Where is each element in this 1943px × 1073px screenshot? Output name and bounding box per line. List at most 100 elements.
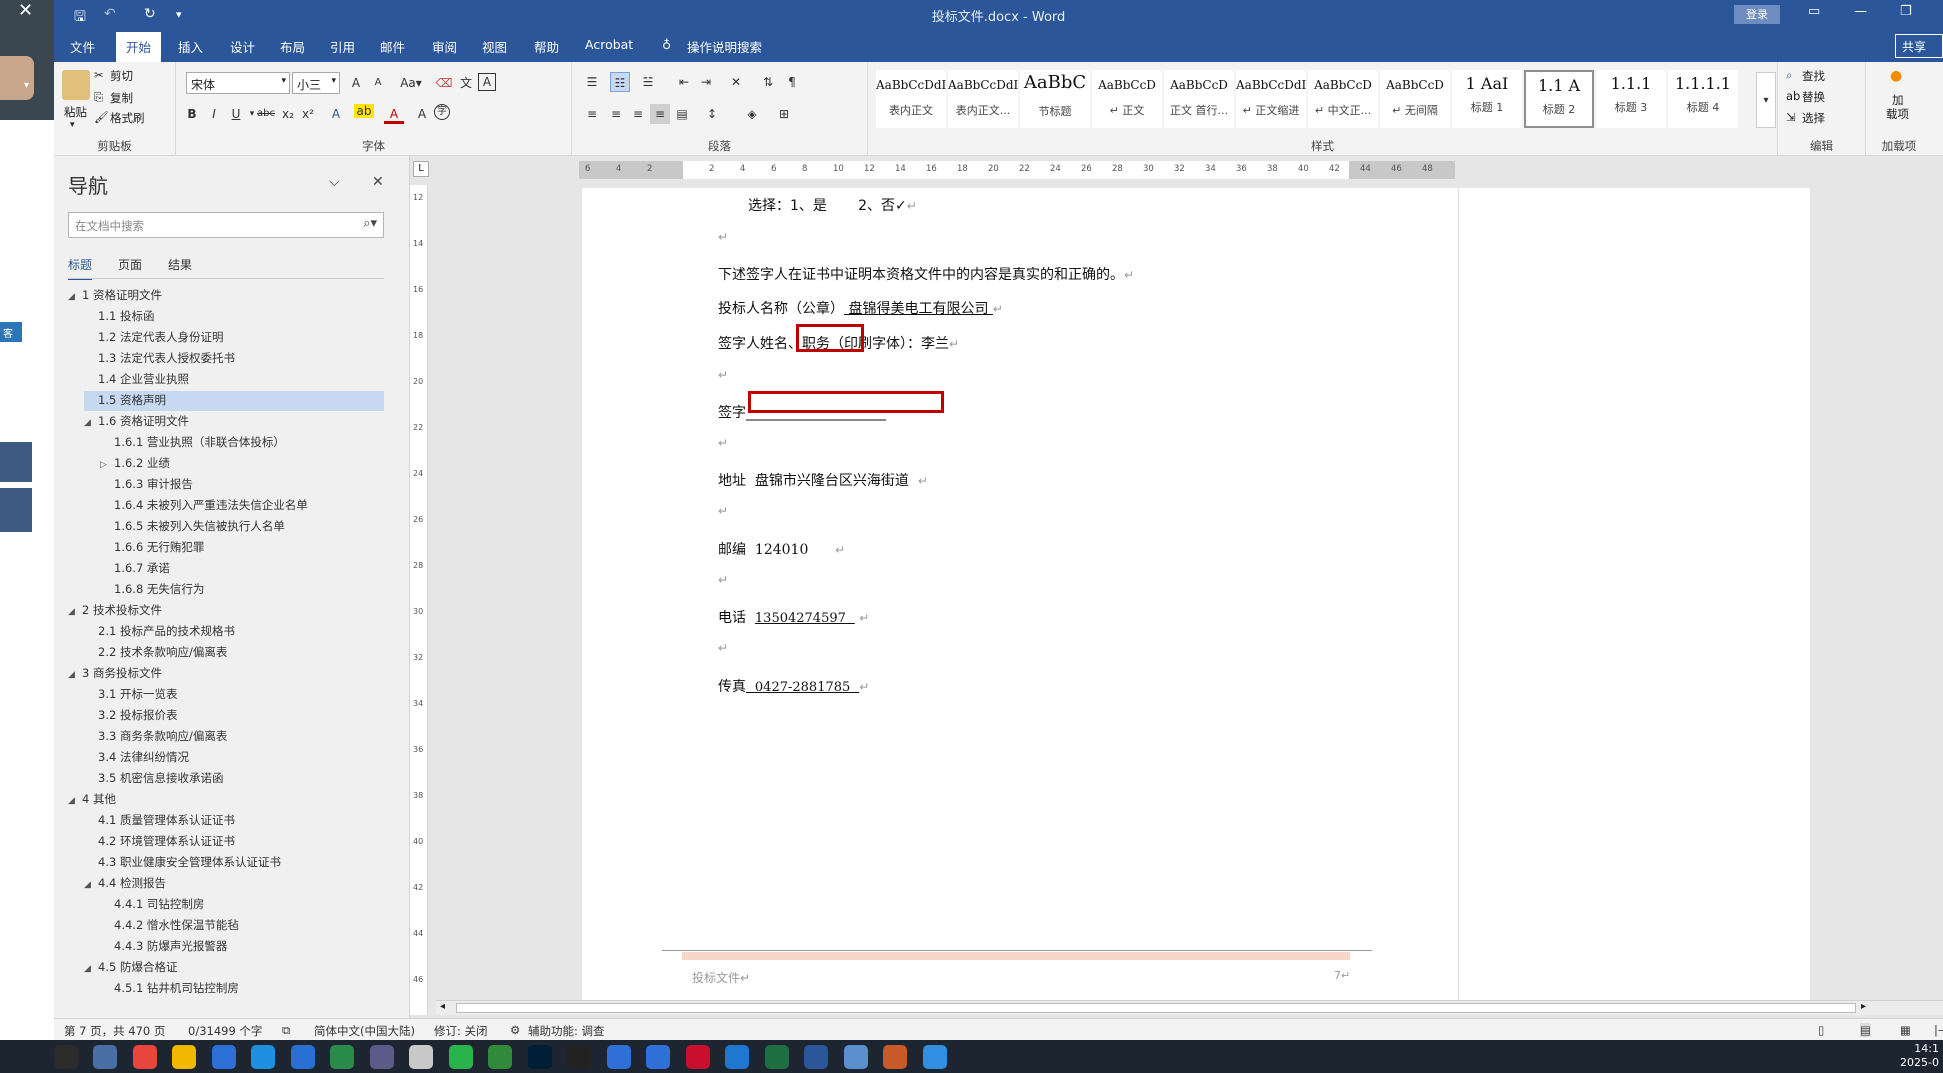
store-icon[interactable] [251,1045,275,1069]
find-icon[interactable]: ⌕ [1786,68,1792,83]
tab-file[interactable]: 文件 [70,37,95,56]
nav-heading-item[interactable]: 1.6.1 营业执照（非联合体投标） [100,433,285,453]
style-item[interactable]: AaBbC 节标题 [1020,70,1090,128]
nav-tab-pages[interactable]: 页面 [118,256,142,273]
excel-icon[interactable] [764,1045,789,1069]
background-button[interactable]: 客 [0,322,22,342]
tab-acrobat[interactable]: Acrobat [585,37,633,52]
nav-heading-item[interactable]: 4.4.1 司钻控制房 [100,895,204,915]
horizontal-scrollbar[interactable]: ◂ ▸ [436,1000,1943,1015]
nav-heading-item[interactable]: 3.5 机密信息接收承诺函 [84,769,223,789]
nav-heading-item[interactable]: 3.2 投标报价表 [84,706,177,726]
horizontal-ruler[interactable]: 6 4 2 2 4 6 8 10 12 14 16 18 20 22 24 26 28 30 32 34 36 38 40 4… [579,161,1455,179]
paste-dropdown-icon[interactable]: ▾ [70,120,75,130]
line-spacing-icon[interactable]: ↕ [702,104,722,124]
expand-toggle-icon[interactable]: ◢ [84,876,98,894]
word-count[interactable]: 0/31499 个字 [188,1023,262,1039]
change-case-button[interactable]: Aa▾ [396,73,426,93]
app-icon[interactable] [211,1045,236,1069]
acrobat-icon[interactable] [685,1045,710,1069]
justify-icon[interactable]: ≡ [650,104,670,124]
cut-icon[interactable]: ✂ [94,68,104,82]
read-mode-icon[interactable]: ▯ [1818,1023,1824,1037]
phonetic-icon[interactable]: 文 [456,73,476,93]
ribbon-display-icon[interactable]: ▭ [1808,4,1820,19]
find-button[interactable]: 查找 [1802,68,1825,84]
qq-icon[interactable] [567,1045,591,1069]
asian-layout-icon[interactable]: ✕ [726,72,746,92]
nav-heading-item[interactable]: ◢ 3 商务投标文件 [68,664,162,684]
cut-button[interactable]: 剪切 [110,68,133,84]
zoom-slider[interactable]: |— [1934,1023,1943,1037]
replace-button[interactable]: 替换 [1802,89,1825,105]
tab-mailings[interactable]: 邮件 [380,37,405,56]
web-layout-icon[interactable]: ▦ [1900,1023,1911,1037]
style-item[interactable]: AaBbCcD ↵ 中文正... [1308,70,1378,128]
expand-toggle-icon[interactable]: ◢ [68,792,82,810]
restore-button[interactable]: ❐ [1900,4,1912,19]
font-size-box[interactable]: 小三 ▾ [292,72,340,94]
expand-toggle-icon[interactable]: ▷ [100,456,114,474]
nav-heading-item[interactable]: 1.6.6 无行贿犯罪 [100,538,204,558]
align-center-icon[interactable]: ≡ [606,104,626,124]
align-left-icon[interactable]: ≡ [582,104,602,124]
styles-more-icon[interactable]: ▾ [1756,72,1776,128]
enclose-char-icon[interactable]: 字 [434,104,450,120]
vertical-ruler[interactable]: 12 14 16 18 20 22 24 26 28 30 32 34 36 38 40 42 44 46 [410,185,428,1015]
nav-heading-item[interactable]: 1.6.4 未被列入严重违法失信企业名单 [100,496,308,516]
tab-view[interactable]: 视图 [482,37,507,56]
shading-icon[interactable]: ◈ [742,104,762,124]
copy-button[interactable]: 复制 [110,90,133,106]
sort-icon[interactable]: ⇅ [758,72,778,92]
nav-heading-item[interactable]: ◢ 4 其他 [68,790,116,810]
scroll-left-icon[interactable]: ◂ [440,1001,445,1012]
accessibility-icon[interactable]: ⚙ [510,1023,520,1037]
accessibility-status[interactable]: 辅助功能: 调查 [528,1023,605,1039]
expand-toggle-icon[interactable]: ◢ [68,288,82,306]
style-item[interactable]: AaBbCcDdI ↵ 正文缩进 [1236,70,1306,128]
files-icon[interactable] [172,1045,196,1069]
track-changes-status[interactable]: 修订: 关闭 [434,1023,488,1039]
char-shading-icon[interactable]: A [412,104,432,124]
document-page[interactable]: 选择：1、是 2、否✓↵ ↵ 下述签字人在证书中证明本资格文件中的内容是真实的和… [582,188,1458,1000]
nav-heading-item[interactable]: 2.1 投标产品的技术规格书 [84,622,235,642]
chevron-down-icon[interactable]: ▾ [24,80,29,91]
nav-heading-item[interactable]: ◢ 4.4 检测报告 [84,874,166,894]
word-icon[interactable] [804,1045,828,1069]
nav-tab-results[interactable]: 结果 [168,256,192,273]
next-page[interactable] [1458,188,1810,1000]
share-button[interactable]: 共享 [1895,34,1943,58]
text-effects-icon[interactable]: A [326,104,346,124]
tab-references[interactable]: 引用 [330,37,355,56]
expand-toggle-icon[interactable]: ◢ [84,960,98,978]
addins-icon[interactable]: ● [1890,68,1902,84]
show-marks-icon[interactable]: ¶ [782,72,802,92]
chevron-down-icon[interactable]: ⌵ [329,174,340,190]
font-color-icon[interactable]: A [384,104,404,124]
tell-me-search[interactable]: 操作说明搜索 [687,37,762,56]
style-item[interactable]: 1.1.1 标题 3 [1596,70,1666,128]
nav-heading-item[interactable]: 3.3 商务条款响应/偏离表 [84,727,227,747]
scrollbar-thumb[interactable] [456,1003,1856,1013]
calculator-icon[interactable] [93,1045,117,1069]
footer-page-number[interactable]: 7↵ [1334,969,1350,982]
format-painter-icon[interactable]: 🖌 [94,110,109,124]
photoshop-icon[interactable] [527,1045,552,1069]
select-button[interactable]: 选择 [1802,110,1825,126]
app10-icon[interactable] [922,1045,947,1069]
nav-search-input[interactable]: 在文档中搜索 ⌕▾ [68,212,384,238]
app6-icon[interactable] [606,1045,631,1069]
nav-heading-item[interactable]: 1.6.3 审计报告 [100,475,193,495]
app2-icon[interactable] [290,1045,315,1069]
tab-layout[interactable]: 布局 [280,37,305,56]
nav-heading-item[interactable]: 1.1 投标函 [84,307,154,327]
language[interactable]: 简体中文(中国大陆) [314,1023,415,1039]
bullets-icon[interactable]: ☰ [582,72,602,92]
grow-font-icon[interactable]: A [346,73,366,93]
app5-icon[interactable] [488,1045,512,1069]
start-icon[interactable] [14,1045,38,1069]
tab-review[interactable]: 审阅 [432,37,457,56]
nav-heading-item[interactable]: 4.2 环境管理体系认证证书 [84,832,235,852]
nav-heading-item[interactable]: ◢ 2 技术投标文件 [68,601,162,621]
wechat-icon[interactable] [448,1045,473,1069]
